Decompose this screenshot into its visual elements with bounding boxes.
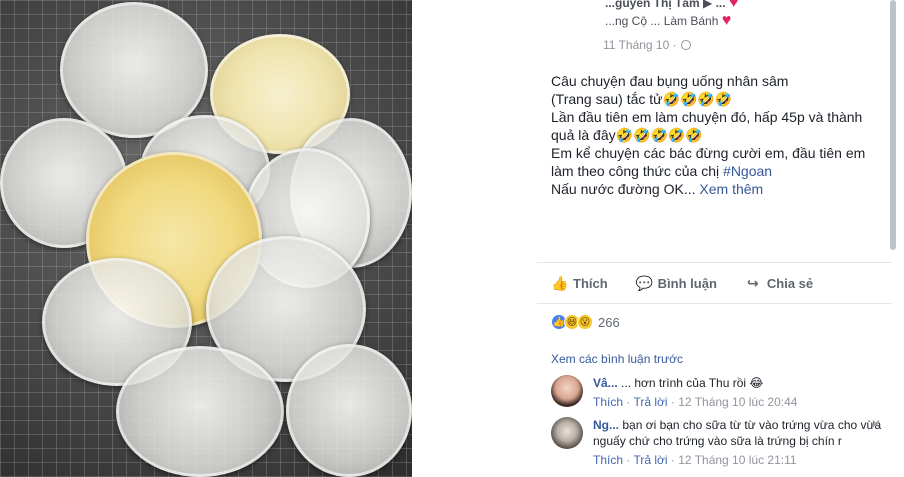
share-label: Chia sẻ — [766, 275, 814, 291]
see-more-link[interactable]: Xem thêm — [699, 181, 763, 197]
body-line: Nấu nước đường OK... Xem thêm — [551, 180, 891, 198]
post-photo[interactable] — [0, 0, 412, 477]
comment-time[interactable]: 12 Tháng 10 lúc 20:44 — [678, 395, 797, 409]
comment-bubble-icon: 💬 — [635, 275, 654, 291]
comment-button[interactable]: 💬 Bình luận — [636, 275, 717, 291]
body-line: Lần đầu tiên em làm chuyện đó, hấp 45p v… — [551, 109, 863, 125]
comment-item: Ng... bạn ơi bạn cho sữa từ từ vào trứng… — [551, 417, 891, 477]
comment-reply-link[interactable]: Trả lời — [633, 453, 667, 467]
commenter-name[interactable]: Ng... — [593, 418, 619, 432]
share-arrow-icon: ↪ — [747, 275, 759, 291]
comment-time[interactable]: 12 Tháng 10 lúc 21:11 — [678, 453, 796, 467]
close-icon[interactable]: ✕ — [871, 417, 881, 431]
comment-text: ... hơn trình của Thu rồi 😂 — [621, 376, 764, 390]
comment-meta: Thích · Trả lời · 12 Tháng 10 lúc 21:11 — [593, 453, 797, 467]
body-line-text: Nấu nước đường OK... — [551, 181, 700, 197]
body-line: Em kể chuyện các bác đừng cười em, đầu t… — [551, 145, 866, 161]
body-line: (Trang sau) tắc tử🤣🤣🤣🤣 — [551, 91, 733, 107]
comment-text: bạn ơi bạn cho sữa từ từ vào trứng vừa c… — [593, 418, 882, 448]
group-label[interactable]: ...ng Cộ ... Làm Bánh — [605, 14, 718, 28]
body-line-text: làm theo công thức của chị — [551, 163, 724, 179]
comment-like-link[interactable]: Thích — [593, 453, 623, 467]
custard-cup — [286, 344, 412, 477]
action-bar: 👍 Thích 💬 Bình luận ↪ Chia sẻ — [537, 262, 892, 304]
avatar[interactable] — [551, 417, 583, 449]
like-button[interactable]: 👍 Thích — [551, 275, 608, 291]
globe-icon — [680, 40, 691, 50]
commenter-name[interactable]: Vâ... — [593, 376, 618, 390]
body-line: làm theo công thức của chị #Ngoan — [551, 162, 891, 180]
custard-cup — [116, 346, 284, 477]
timestamp-text[interactable]: 11 Tháng 10 · — [603, 38, 677, 52]
hashtag-link[interactable]: #Ngoan — [723, 163, 772, 179]
comment-like-link[interactable]: Thích — [593, 395, 623, 409]
body-line: Câu chuyện đau bụng uống nhân sâm — [551, 73, 789, 89]
reaction-count[interactable]: 266 — [598, 315, 620, 330]
comment-body: Ng... bạn ơi bạn cho sữa từ từ vào trứng… — [593, 417, 883, 468]
author-name[interactable]: ...guyễn Thị Tâm ▶ ... — [605, 0, 726, 10]
group-name[interactable]: ...ng Cộ ... Làm Bánh ♥ — [605, 12, 731, 30]
heart-icon: ♥ — [728, 0, 739, 11]
comment-body: Vâ... ... hơn trình của Thu rồi 😂 Thích … — [593, 375, 883, 410]
post-panel: ...guyễn Thị Tâm ▶ ... ♥ ...ng Cộ ... Là… — [537, 0, 904, 477]
like-label: Thích — [573, 275, 608, 291]
share-button[interactable]: ↪ Chia sẻ — [745, 275, 813, 291]
comment-item: Vâ... ... hơn trình của Thu rồi 😂 Thích … — [551, 375, 891, 415]
heart-icon: ♥ — [721, 12, 732, 29]
comment-reply-link[interactable]: Trả lời — [633, 395, 667, 409]
post-body: Câu chuyện đau bụng uống nhân sâm (Trang… — [551, 72, 891, 198]
body-line: quả là đây🤣🤣🤣🤣🤣 — [551, 127, 703, 143]
comment-label: Bình luận — [657, 275, 717, 291]
thumbs-up-icon: 👍 — [551, 275, 569, 291]
reaction-summary[interactable]: 👍 😆 😮 266 — [551, 314, 620, 330]
view-previous-comments[interactable]: Xem các bình luận trước — [551, 352, 683, 366]
avatar[interactable] — [551, 375, 583, 407]
post-author[interactable]: ...guyễn Thị Tâm ▶ ... ♥ — [605, 0, 738, 12]
wow-reaction-icon: 😮 — [577, 314, 593, 330]
comment-meta: Thích · Trả lời · 12 Tháng 10 lúc 20:44 — [593, 395, 798, 409]
post-timestamp[interactable]: 11 Tháng 10 · — [603, 38, 691, 52]
